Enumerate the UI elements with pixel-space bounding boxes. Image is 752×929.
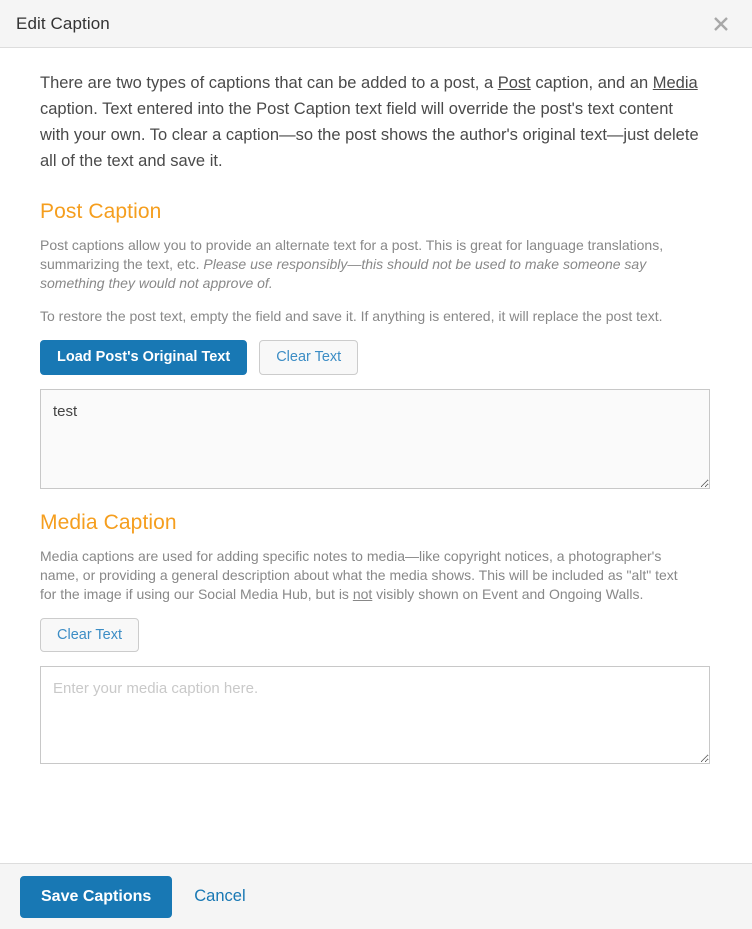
modal-footer: Save Captions Cancel — [0, 863, 752, 929]
media-caption-description: Media captions are used for adding speci… — [40, 547, 695, 604]
page-title: Edit Caption — [16, 13, 110, 33]
load-original-text-button[interactable]: Load Post's Original Text — [40, 340, 248, 375]
media-caption-input[interactable] — [40, 666, 710, 764]
modal-body: There are two types of captions that can… — [0, 48, 752, 863]
clear-media-text-button[interactable]: Clear Text — [40, 617, 140, 652]
post-caption-button-row: Load Post's Original Text Clear Text — [40, 340, 712, 375]
intro-text-part3: caption. Text entered into the Post Capt… — [40, 100, 699, 170]
media-caption-link[interactable]: Media — [653, 74, 698, 92]
intro-text-part2: caption, and an — [530, 74, 653, 92]
close-icon[interactable] — [708, 11, 734, 37]
post-caption-restore-note: To restore the post text, empty the fiel… — [40, 308, 663, 324]
edit-caption-modal: Edit Caption There are two types of capt… — [0, 0, 752, 929]
post-caption-link[interactable]: Post — [498, 74, 531, 92]
media-caption-button-row: Clear Text — [40, 617, 712, 652]
post-caption-input[interactable] — [40, 388, 710, 489]
post-caption-heading: Post Caption — [40, 200, 162, 223]
media-caption-desc-part2: visibly shown on Event and Ongoing Walls… — [372, 585, 644, 602]
media-caption-desc-underline: not — [352, 585, 373, 602]
media-caption-heading: Media Caption — [40, 510, 177, 534]
cancel-link[interactable]: Cancel — [194, 887, 245, 906]
clear-post-text-button[interactable]: Clear Text — [259, 340, 359, 375]
intro-text-part1: There are two types of captions that can… — [40, 74, 498, 92]
intro-paragraph: There are two types of captions that can… — [40, 70, 700, 174]
modal-header: Edit Caption — [0, 0, 752, 48]
save-captions-button[interactable]: Save Captions — [20, 875, 173, 918]
post-caption-description: Post captions allow you to provide an al… — [40, 236, 695, 293]
